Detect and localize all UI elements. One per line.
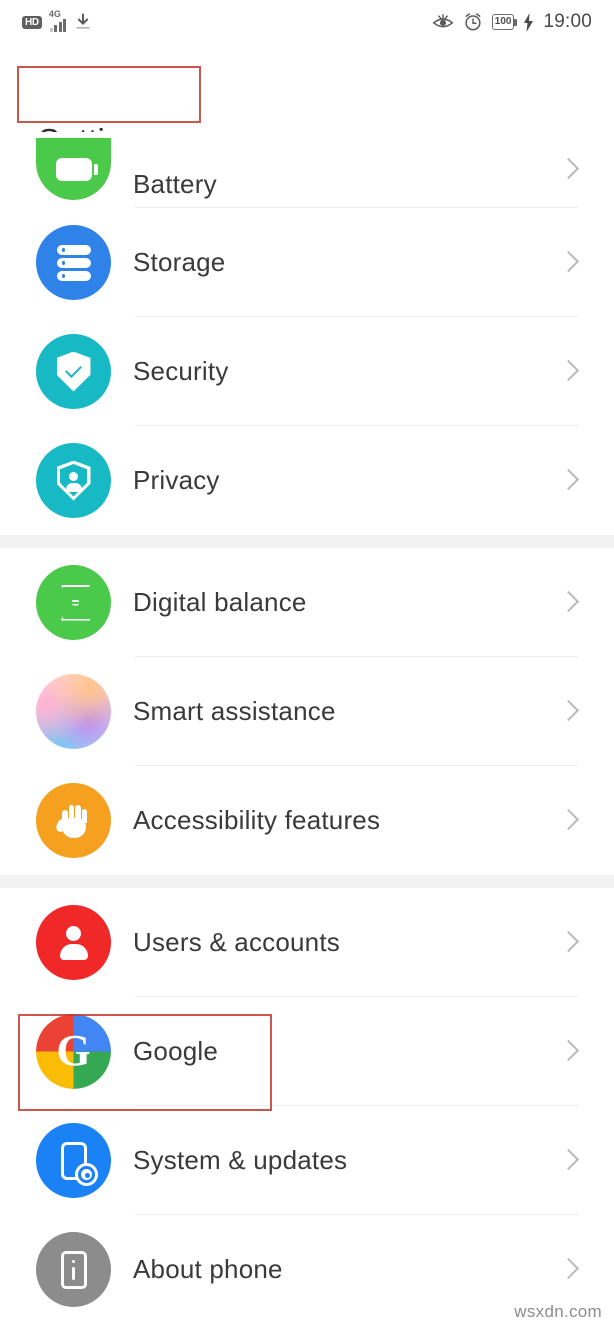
settings-row-label: Smart assistance bbox=[133, 696, 336, 726]
chevron-right-icon[interactable] bbox=[560, 358, 576, 386]
settings-row-label: Security bbox=[133, 356, 229, 386]
settings-row-label: Google bbox=[133, 1036, 219, 1066]
header: Settings bbox=[0, 56, 614, 159]
google-g-icon: G bbox=[36, 1014, 111, 1089]
alarm-clock-icon bbox=[465, 13, 481, 31]
hd-badge: HD bbox=[22, 15, 42, 29]
charging-bolt-icon bbox=[524, 12, 534, 32]
settings-row-label: Digital balance bbox=[133, 587, 307, 617]
settings-row-smart-assistance[interactable]: Smart assistance bbox=[0, 657, 614, 766]
battery-level-label: 100 bbox=[494, 16, 512, 27]
hand-icon bbox=[36, 783, 111, 858]
settings-row-google[interactable]: G Google bbox=[0, 997, 614, 1106]
section-separator bbox=[0, 535, 614, 548]
network-type-label: 4G bbox=[48, 9, 61, 19]
battery-status-icon: 100 bbox=[491, 14, 517, 30]
chevron-right-icon[interactable] bbox=[560, 249, 576, 277]
settings-row-battery[interactable]: Battery bbox=[0, 132, 614, 208]
watermark: wsxdn.com bbox=[514, 1302, 602, 1321]
settings-row-privacy[interactable]: Privacy bbox=[0, 426, 614, 535]
person-icon bbox=[36, 905, 111, 980]
signal-strength-icon: 4G bbox=[48, 9, 67, 32]
settings-row-label: Battery bbox=[133, 169, 217, 199]
settings-row-system-updates[interactable]: System & updates bbox=[0, 1106, 614, 1215]
settings-row-label: Accessibility features bbox=[133, 805, 381, 835]
settings-row-label: About phone bbox=[133, 1254, 283, 1284]
download-arrow-icon bbox=[76, 13, 91, 29]
settings-section-system: Battery Storage Security Privacy bbox=[0, 132, 614, 535]
status-bar-clock: 19:00 bbox=[543, 11, 592, 32]
settings-row-security[interactable]: Security bbox=[0, 317, 614, 426]
settings-section-wellbeing: Digital balance Smart assistance Accessi… bbox=[0, 548, 614, 875]
battery-icon bbox=[36, 138, 111, 200]
settings-row-label: System & updates bbox=[133, 1145, 348, 1175]
settings-section-accounts: Users & accounts G Google System & updat… bbox=[0, 888, 614, 1324]
settings-screen: HD 4G 100 19:00 Battery Storage Security… bbox=[0, 0, 614, 1330]
chevron-right-icon[interactable] bbox=[560, 1147, 576, 1175]
storage-icon bbox=[36, 225, 111, 300]
signal-bars-icon bbox=[49, 19, 67, 32]
chevron-right-icon[interactable] bbox=[560, 807, 576, 835]
google-letter: G bbox=[56, 1025, 91, 1075]
settings-row-label: Privacy bbox=[133, 465, 220, 495]
status-bar: HD 4G 100 19:00 bbox=[0, 0, 614, 44]
chevron-right-icon[interactable] bbox=[560, 589, 576, 617]
chevron-right-icon[interactable] bbox=[560, 1256, 576, 1284]
status-bar-left: HD 4G bbox=[22, 9, 93, 32]
security-shield-icon bbox=[36, 334, 111, 409]
chevron-right-icon[interactable] bbox=[560, 929, 576, 957]
smart-assistance-icon bbox=[36, 674, 111, 749]
hourglass-icon bbox=[36, 565, 111, 640]
chevron-right-icon[interactable] bbox=[560, 467, 576, 495]
section-separator bbox=[0, 875, 614, 888]
settings-row-storage[interactable]: Storage bbox=[0, 208, 614, 317]
settings-row-label: Storage bbox=[133, 247, 226, 277]
phone-gear-icon bbox=[36, 1123, 111, 1198]
phone-info-icon bbox=[36, 1232, 111, 1307]
settings-row-users-accounts[interactable]: Users & accounts bbox=[0, 888, 614, 997]
eye-comfort-icon bbox=[432, 14, 454, 28]
chevron-right-icon[interactable] bbox=[560, 156, 576, 184]
settings-row-accessibility-features[interactable]: Accessibility features bbox=[0, 766, 614, 875]
chevron-right-icon[interactable] bbox=[560, 698, 576, 726]
settings-list: Battery Storage Security Privacy Digital… bbox=[0, 132, 614, 1324]
status-bar-right: 100 19:00 bbox=[432, 11, 592, 33]
settings-row-digital-balance[interactable]: Digital balance bbox=[0, 548, 614, 657]
chevron-right-icon[interactable] bbox=[560, 1038, 576, 1066]
privacy-shield-icon bbox=[36, 443, 111, 518]
settings-row-label: Users & accounts bbox=[133, 927, 340, 957]
